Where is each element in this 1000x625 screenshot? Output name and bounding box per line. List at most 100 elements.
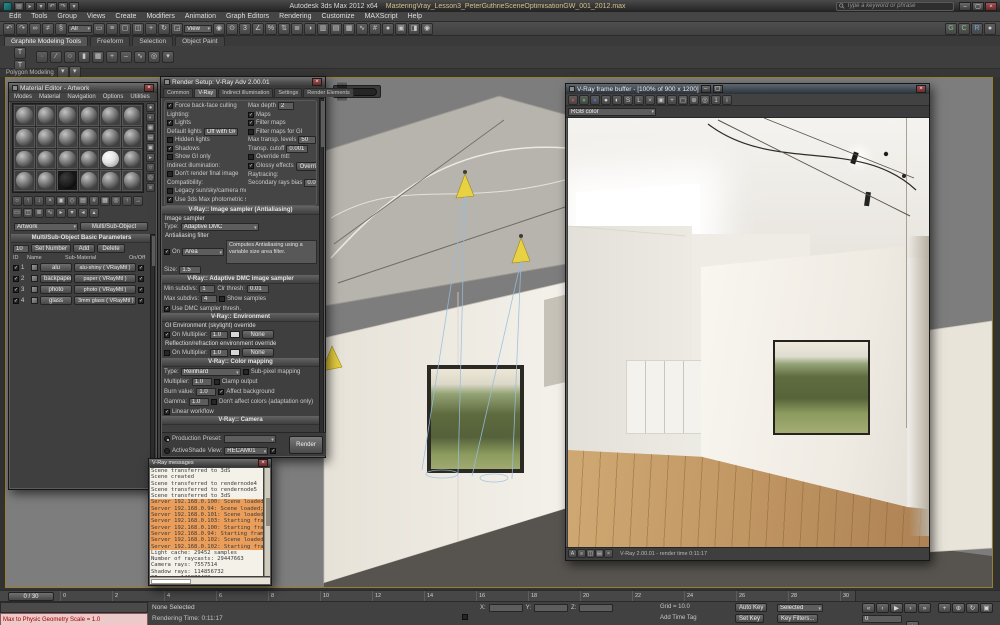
coord-field-y[interactable] <box>534 604 568 612</box>
checkbox-box[interactable]: ✓ <box>138 287 144 293</box>
reference-coordinate-dropdown[interactable]: View <box>184 25 212 33</box>
show-blue-channel-icon[interactable]: ● <box>590 95 600 105</box>
material-slot-22[interactable] <box>79 170 100 191</box>
button-set-number[interactable]: Set Number <box>31 244 71 253</box>
dropdown-adaptive-dmc[interactable]: Adaptive DMC <box>181 223 259 231</box>
render-setup-tab-settings[interactable]: Settings <box>274 88 302 97</box>
checkbox-box[interactable]: ✓ <box>167 197 173 203</box>
material-editor-titlebar[interactable]: Material Editor - Artwork × <box>9 83 157 93</box>
background-icon[interactable]: ▦ <box>146 123 155 132</box>
current-frame-field[interactable]: 0 <box>862 615 902 623</box>
name-list-icon[interactable]: ≣ <box>34 208 44 218</box>
align-icon[interactable]: ▥ <box>317 23 329 35</box>
save-file-icon[interactable]: ▾ <box>36 2 46 11</box>
rollout-header-v-ray-image-sampler-antialia[interactable]: V-Ray:: Image sampler (Antialiasing) <box>162 206 319 215</box>
show-end-result-icon[interactable]: ◎ <box>111 196 121 206</box>
button-add[interactable]: Add <box>73 244 95 253</box>
button-photo-vraymtl[interactable]: photo ( VRayMtl ) <box>74 285 136 294</box>
material-slot-1[interactable] <box>14 105 35 126</box>
mirror-icon[interactable]: ◑ <box>304 23 316 35</box>
button-glass[interactable]: glass <box>40 296 72 305</box>
me-menu-modes[interactable]: Modes <box>11 94 35 100</box>
me-menu-material[interactable]: Material <box>36 94 63 100</box>
vray-frame-buffer-window[interactable]: V-Ray frame buffer - [100% of 900 x 1200… <box>565 83 930 561</box>
field-10[interactable]: 10 <box>13 245 29 253</box>
menu-item-rendering[interactable]: Rendering <box>274 13 316 20</box>
checkbox-box[interactable] <box>167 137 173 143</box>
menu-item-modifiers[interactable]: Modifiers <box>141 13 179 20</box>
select-rotate-icon[interactable]: ↻ <box>158 23 170 35</box>
forward-icon[interactable]: ▸ <box>56 208 66 218</box>
make-unique-icon[interactable]: ◇ <box>67 196 77 206</box>
set-key-button[interactable]: Set Key <box>735 614 764 623</box>
render-setup-tab-v-ray[interactable]: V-Ray <box>194 88 217 97</box>
checkbox-box[interactable]: ✓ <box>138 265 144 271</box>
dropdown-off-with-gi[interactable]: Off with GI <box>204 128 238 136</box>
rollout-header-multi-sub-object[interactable]: Multi/Sub-Object Basic Parameters <box>11 234 152 243</box>
field-1-0[interactable]: 1.0 <box>210 349 228 357</box>
down-icon[interactable]: ▾ <box>67 208 77 218</box>
material-slot-18[interactable] <box>122 149 143 170</box>
field-0-01[interactable]: 0.01 <box>247 285 269 293</box>
checkbox-shadows[interactable]: ✓Shadows <box>167 146 200 152</box>
checkbox-box[interactable]: ✓ <box>13 287 19 293</box>
material-slot-17[interactable] <box>100 149 121 170</box>
material-slot-6[interactable] <box>122 105 143 126</box>
checkbox-show-gi-only[interactable]: Show GI only <box>167 154 211 160</box>
sample-tiling-icon[interactable]: ▤ <box>146 133 155 142</box>
checkbox-on[interactable]: On <box>164 350 180 356</box>
field-4[interactable]: 4 <box>201 295 217 303</box>
menu-item-help[interactable]: Help <box>403 13 427 20</box>
show-alpha-channel-icon[interactable]: ● <box>601 95 611 105</box>
put-material-icon[interactable]: ↑ <box>23 196 33 206</box>
color-check-icon[interactable]: C <box>958 23 970 35</box>
render-setup-icon[interactable]: ▣ <box>395 23 407 35</box>
back-icon[interactable]: ◂ <box>78 208 88 218</box>
edge-mode-icon[interactable]: ∕ <box>50 51 62 63</box>
checkbox-box[interactable]: ✓ <box>138 298 144 304</box>
gamma-toggle-icon[interactable]: G <box>945 23 957 35</box>
checkbox-box[interactable] <box>167 171 173 177</box>
radio-dot[interactable] <box>164 436 170 442</box>
checkbox-box[interactable]: ✓ <box>138 287 144 293</box>
vray-messages-scrollbar[interactable] <box>264 468 270 576</box>
checkbox-box[interactable]: ✓ <box>167 103 173 109</box>
render-setup-scrollbar[interactable] <box>319 98 324 434</box>
checkbox-affect-background[interactable]: ✓Affect background <box>218 389 274 395</box>
select-by-name-icon[interactable]: ≡ <box>106 23 118 35</box>
preview-toggle-icon[interactable]: ∿ <box>45 208 55 218</box>
material-slot-2[interactable] <box>36 105 57 126</box>
material-slot-8[interactable] <box>36 127 57 148</box>
checkbox-use-dmc-sampler-thresh[interactable]: ✓Use DMC sampler thresh. <box>164 306 241 312</box>
render-production-icon[interactable]: ◉ <box>421 23 433 35</box>
material-color-swatch[interactable] <box>31 297 38 304</box>
orbit-view-button[interactable]: ↻ <box>966 603 979 613</box>
search-input[interactable] <box>847 3 951 9</box>
material-editor-window[interactable]: Material Editor - Artwork × ModesMateria… <box>8 82 158 490</box>
close-icon[interactable]: × <box>258 459 268 467</box>
search-box[interactable] <box>836 2 954 11</box>
next-frame-button[interactable]: › <box>904 603 917 613</box>
artwork-image[interactable] <box>431 369 520 469</box>
render-button[interactable]: Render <box>289 436 323 454</box>
select-object-icon[interactable]: ▭ <box>93 23 105 35</box>
angle-snap-icon[interactable]: ∠ <box>252 23 264 35</box>
zoom-extents-button[interactable]: + <box>938 603 951 613</box>
color-swatch[interactable] <box>230 331 240 338</box>
redo-icon[interactable]: ↷ <box>16 23 28 35</box>
button-multi-sub-object[interactable]: Multi/Sub-Object <box>80 222 148 231</box>
checkbox-box[interactable] <box>248 154 254 160</box>
compare-horizontal-icon[interactable]: ◫ <box>586 549 595 558</box>
button-3mm-glass-vraymtl[interactable]: 3mm glass ( VRayMtl ) <box>74 296 136 305</box>
key-filters-button[interactable]: Key Filters... <box>777 614 818 623</box>
button-backpaper[interactable]: backpaper <box>40 274 72 283</box>
button-paper-vraymtl[interactable]: paper ( VRayMtl ) <box>74 274 136 283</box>
checkbox-box[interactable]: ✓ <box>138 276 144 282</box>
button-alu-shiny-vraymtl[interactable]: alu-shiny ( VRayMtl ) <box>74 263 136 272</box>
ribbon-tab-freeform[interactable]: Freeform <box>90 36 130 46</box>
loop-selection-icon[interactable]: ∿ <box>134 51 146 63</box>
menu-item-create[interactable]: Create <box>110 13 141 20</box>
rollout-header-v-ray-camera[interactable]: V-Ray:: Camera <box>162 416 319 425</box>
put-to-library-icon[interactable]: ▤ <box>78 196 88 206</box>
checkbox-hidden-lights[interactable]: Hidden lights <box>167 137 210 143</box>
